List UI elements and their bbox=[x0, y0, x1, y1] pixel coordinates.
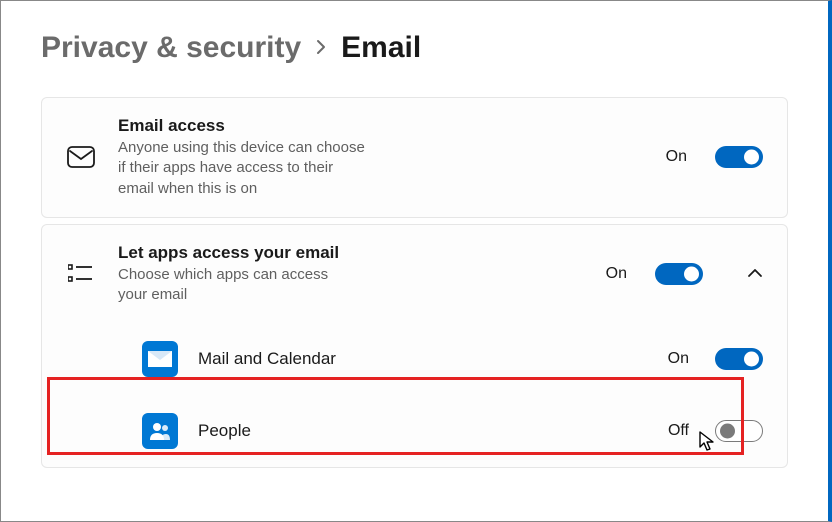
email-access-title: Email access bbox=[118, 116, 370, 136]
email-access-text: Email access Anyone using this device ca… bbox=[118, 116, 370, 199]
app-name-label: People bbox=[198, 421, 648, 441]
breadcrumb: Privacy & security Email bbox=[41, 31, 788, 65]
app-state-label: On bbox=[668, 350, 689, 368]
email-access-row[interactable]: Email access Anyone using this device ca… bbox=[42, 98, 787, 217]
chevron-up-icon[interactable] bbox=[747, 265, 763, 283]
app-toggle-mail-and-calendar[interactable] bbox=[715, 348, 763, 370]
let-apps-title: Let apps access your email bbox=[118, 243, 340, 263]
let-apps-state-label: On bbox=[606, 265, 627, 283]
email-access-state-label: On bbox=[666, 148, 687, 166]
breadcrumb-parent[interactable]: Privacy & security bbox=[41, 31, 301, 65]
mail-icon bbox=[66, 146, 96, 168]
mail-app-icon bbox=[142, 341, 178, 377]
email-access-toggle[interactable] bbox=[715, 146, 763, 168]
app-toggle-people[interactable] bbox=[715, 420, 763, 442]
chevron-right-icon bbox=[315, 34, 327, 62]
app-state-label: Off bbox=[668, 422, 689, 440]
email-access-card: Email access Anyone using this device ca… bbox=[41, 97, 788, 218]
app-row-mail-and-calendar[interactable]: Mail and Calendar On bbox=[42, 323, 787, 395]
list-icon bbox=[66, 263, 96, 285]
let-apps-row[interactable]: Let apps access your email Choose which … bbox=[42, 225, 787, 324]
people-app-icon bbox=[142, 413, 178, 449]
breadcrumb-current: Email bbox=[341, 31, 421, 65]
app-name-label: Mail and Calendar bbox=[198, 349, 648, 369]
let-apps-text: Let apps access your email Choose which … bbox=[118, 243, 340, 306]
email-access-description: Anyone using this device can choose if t… bbox=[118, 138, 370, 199]
let-apps-toggle[interactable] bbox=[655, 263, 703, 285]
app-row-people[interactable]: People Off bbox=[42, 395, 787, 467]
let-apps-description: Choose which apps can access your email bbox=[118, 265, 340, 306]
let-apps-card: Let apps access your email Choose which … bbox=[41, 224, 788, 469]
